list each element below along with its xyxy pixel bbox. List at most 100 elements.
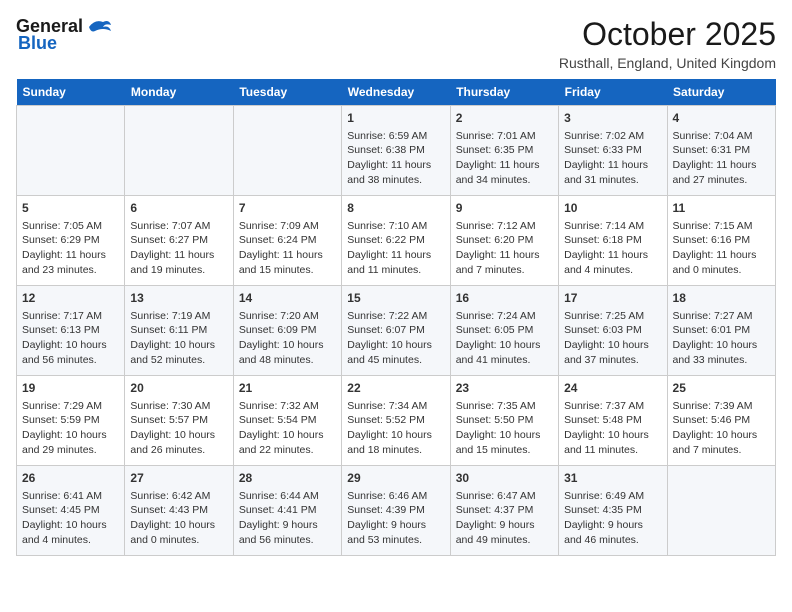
day-number: 14	[239, 290, 336, 307]
logo-text-blue: Blue	[18, 33, 57, 54]
day-number: 21	[239, 380, 336, 397]
day-number: 1	[347, 110, 444, 127]
day-number: 2	[456, 110, 553, 127]
day-number: 19	[22, 380, 119, 397]
calendar-day-18: 18 Sunrise: 7:27 AM Sunset: 6:01 PM Dayli…	[667, 286, 775, 376]
calendar-day-6: 6 Sunrise: 7:07 AM Sunset: 6:27 PM Daylig…	[125, 196, 233, 286]
day-info: Sunrise: 6:49 AM Sunset: 4:35 PM Dayligh…	[564, 489, 661, 548]
day-info: Sunrise: 7:19 AM Sunset: 6:11 PM Dayligh…	[130, 309, 227, 368]
calendar-day-3: 3Sunrise: 7:02 AM Sunset: 6:33 PM Daylig…	[559, 106, 667, 196]
weekday-header-saturday: Saturday	[667, 79, 775, 106]
day-info: Sunrise: 7:37 AM Sunset: 5:48 PM Dayligh…	[564, 399, 661, 458]
calendar-week-2: 5 Sunrise: 7:05 AM Sunset: 6:29 PM Daylig…	[17, 196, 776, 286]
day-number: 25	[673, 380, 770, 397]
day-number: 24	[564, 380, 661, 397]
day-info: Sunrise: 7:25 AM Sunset: 6:03 PM Dayligh…	[564, 309, 661, 368]
day-number: 29	[347, 470, 444, 487]
day-number: 6	[130, 200, 227, 217]
calendar-week-1: 1 Sunrise: 6:59 AM Sunset: 6:38 PM Daylig…	[17, 106, 776, 196]
day-info: Sunrise: 7:14 AM Sunset: 6:18 PM Dayligh…	[564, 219, 661, 278]
calendar-day-13: 13Sunrise: 7:19 AM Sunset: 6:11 PM Dayli…	[125, 286, 233, 376]
day-info: Sunrise: 7:01 AM Sunset: 6:35 PM Dayligh…	[456, 129, 553, 188]
day-number: 16	[456, 290, 553, 307]
day-number: 9	[456, 200, 553, 217]
day-info: Sunrise: 7:29 AM Sunset: 5:59 PM Dayligh…	[22, 399, 119, 458]
day-info: Sunrise: 7:30 AM Sunset: 5:57 PM Dayligh…	[130, 399, 227, 458]
day-number: 4	[673, 110, 770, 127]
day-info: Sunrise: 6:47 AM Sunset: 4:37 PM Dayligh…	[456, 489, 553, 548]
calendar-day-23: 23 Sunrise: 7:35 AM Sunset: 5:50 PM Dayli…	[450, 376, 558, 466]
calendar-empty-cell	[125, 106, 233, 196]
day-info: Sunrise: 7:27 AM Sunset: 6:01 PM Dayligh…	[673, 309, 770, 368]
day-number: 22	[347, 380, 444, 397]
calendar-day-10: 10Sunrise: 7:14 AM Sunset: 6:18 PM Dayli…	[559, 196, 667, 286]
day-info: Sunrise: 6:44 AM Sunset: 4:41 PM Dayligh…	[239, 489, 336, 548]
calendar-day-19: 19 Sunrise: 7:29 AM Sunset: 5:59 PM Dayli…	[17, 376, 125, 466]
day-info: Sunrise: 7:32 AM Sunset: 5:54 PM Dayligh…	[239, 399, 336, 458]
calendar-week-5: 26Sunrise: 6:41 AM Sunset: 4:45 PM Dayli…	[17, 466, 776, 556]
calendar-day-17: 17 Sunrise: 7:25 AM Sunset: 6:03 PM Dayli…	[559, 286, 667, 376]
day-number: 3	[564, 110, 661, 127]
calendar-day-30: 30 Sunrise: 6:47 AM Sunset: 4:37 PM Dayli…	[450, 466, 558, 556]
calendar-day-8: 8 Sunrise: 7:10 AM Sunset: 6:22 PM Daylig…	[342, 196, 450, 286]
logo-bird-icon	[85, 17, 113, 37]
month-title: October 2025	[559, 16, 776, 53]
calendar-day-7: 7 Sunrise: 7:09 AM Sunset: 6:24 PM Daylig…	[233, 196, 341, 286]
day-info: Sunrise: 6:42 AM Sunset: 4:43 PM Dayligh…	[130, 489, 227, 548]
day-info: Sunrise: 7:12 AM Sunset: 6:20 PM Dayligh…	[456, 219, 553, 278]
calendar-day-29: 29 Sunrise: 6:46 AM Sunset: 4:39 PM Dayli…	[342, 466, 450, 556]
day-info: Sunrise: 7:35 AM Sunset: 5:50 PM Dayligh…	[456, 399, 553, 458]
weekday-header-row: SundayMondayTuesdayWednesdayThursdayFrid…	[17, 79, 776, 106]
day-info: Sunrise: 7:04 AM Sunset: 6:31 PM Dayligh…	[673, 129, 770, 188]
day-number: 28	[239, 470, 336, 487]
day-info: Sunrise: 7:34 AM Sunset: 5:52 PM Dayligh…	[347, 399, 444, 458]
day-number: 17	[564, 290, 661, 307]
weekday-header-monday: Monday	[125, 79, 233, 106]
day-info: Sunrise: 7:39 AM Sunset: 5:46 PM Dayligh…	[673, 399, 770, 458]
calendar-day-28: 28 Sunrise: 6:44 AM Sunset: 4:41 PM Dayli…	[233, 466, 341, 556]
day-info: Sunrise: 6:46 AM Sunset: 4:39 PM Dayligh…	[347, 489, 444, 548]
weekday-header-friday: Friday	[559, 79, 667, 106]
title-area: October 2025 Rusthall, England, United K…	[559, 16, 776, 71]
day-info: Sunrise: 7:05 AM Sunset: 6:29 PM Dayligh…	[22, 219, 119, 278]
day-number: 7	[239, 200, 336, 217]
calendar-day-31: 31Sunrise: 6:49 AM Sunset: 4:35 PM Dayli…	[559, 466, 667, 556]
day-info: Sunrise: 7:09 AM Sunset: 6:24 PM Dayligh…	[239, 219, 336, 278]
calendar-day-12: 12 Sunrise: 7:17 AM Sunset: 6:13 PM Dayli…	[17, 286, 125, 376]
day-info: Sunrise: 7:17 AM Sunset: 6:13 PM Dayligh…	[22, 309, 119, 368]
weekday-header-thursday: Thursday	[450, 79, 558, 106]
day-info: Sunrise: 7:10 AM Sunset: 6:22 PM Dayligh…	[347, 219, 444, 278]
day-number: 5	[22, 200, 119, 217]
day-info: Sunrise: 7:24 AM Sunset: 6:05 PM Dayligh…	[456, 309, 553, 368]
weekday-header-wednesday: Wednesday	[342, 79, 450, 106]
location-subtitle: Rusthall, England, United Kingdom	[559, 55, 776, 71]
calendar-day-22: 22 Sunrise: 7:34 AM Sunset: 5:52 PM Dayli…	[342, 376, 450, 466]
calendar-week-4: 19 Sunrise: 7:29 AM Sunset: 5:59 PM Dayli…	[17, 376, 776, 466]
day-info: Sunrise: 7:22 AM Sunset: 6:07 PM Dayligh…	[347, 309, 444, 368]
calendar-day-21: 21 Sunrise: 7:32 AM Sunset: 5:54 PM Dayli…	[233, 376, 341, 466]
calendar-day-27: 27 Sunrise: 6:42 AM Sunset: 4:43 PM Dayli…	[125, 466, 233, 556]
calendar-day-1: 1 Sunrise: 6:59 AM Sunset: 6:38 PM Daylig…	[342, 106, 450, 196]
calendar-day-11: 11Sunrise: 7:15 AM Sunset: 6:16 PM Dayli…	[667, 196, 775, 286]
calendar-day-25: 25 Sunrise: 7:39 AM Sunset: 5:46 PM Dayli…	[667, 376, 775, 466]
calendar-week-3: 12 Sunrise: 7:17 AM Sunset: 6:13 PM Dayli…	[17, 286, 776, 376]
page-header: General Blue October 2025 Rusthall, Engl…	[16, 16, 776, 71]
logo: General Blue	[16, 16, 113, 54]
day-number: 23	[456, 380, 553, 397]
day-info: Sunrise: 6:41 AM Sunset: 4:45 PM Dayligh…	[22, 489, 119, 548]
day-number: 8	[347, 200, 444, 217]
weekday-header-tuesday: Tuesday	[233, 79, 341, 106]
day-number: 12	[22, 290, 119, 307]
calendar-day-16: 16 Sunrise: 7:24 AM Sunset: 6:05 PM Dayli…	[450, 286, 558, 376]
day-info: Sunrise: 6:59 AM Sunset: 6:38 PM Dayligh…	[347, 129, 444, 188]
weekday-header-sunday: Sunday	[17, 79, 125, 106]
day-number: 18	[673, 290, 770, 307]
day-number: 27	[130, 470, 227, 487]
calendar-day-2: 2 Sunrise: 7:01 AM Sunset: 6:35 PM Daylig…	[450, 106, 558, 196]
calendar-day-24: 24 Sunrise: 7:37 AM Sunset: 5:48 PM Dayli…	[559, 376, 667, 466]
calendar-day-5: 5 Sunrise: 7:05 AM Sunset: 6:29 PM Daylig…	[17, 196, 125, 286]
day-info: Sunrise: 7:07 AM Sunset: 6:27 PM Dayligh…	[130, 219, 227, 278]
day-number: 11	[673, 200, 770, 217]
day-number: 30	[456, 470, 553, 487]
day-number: 20	[130, 380, 227, 397]
